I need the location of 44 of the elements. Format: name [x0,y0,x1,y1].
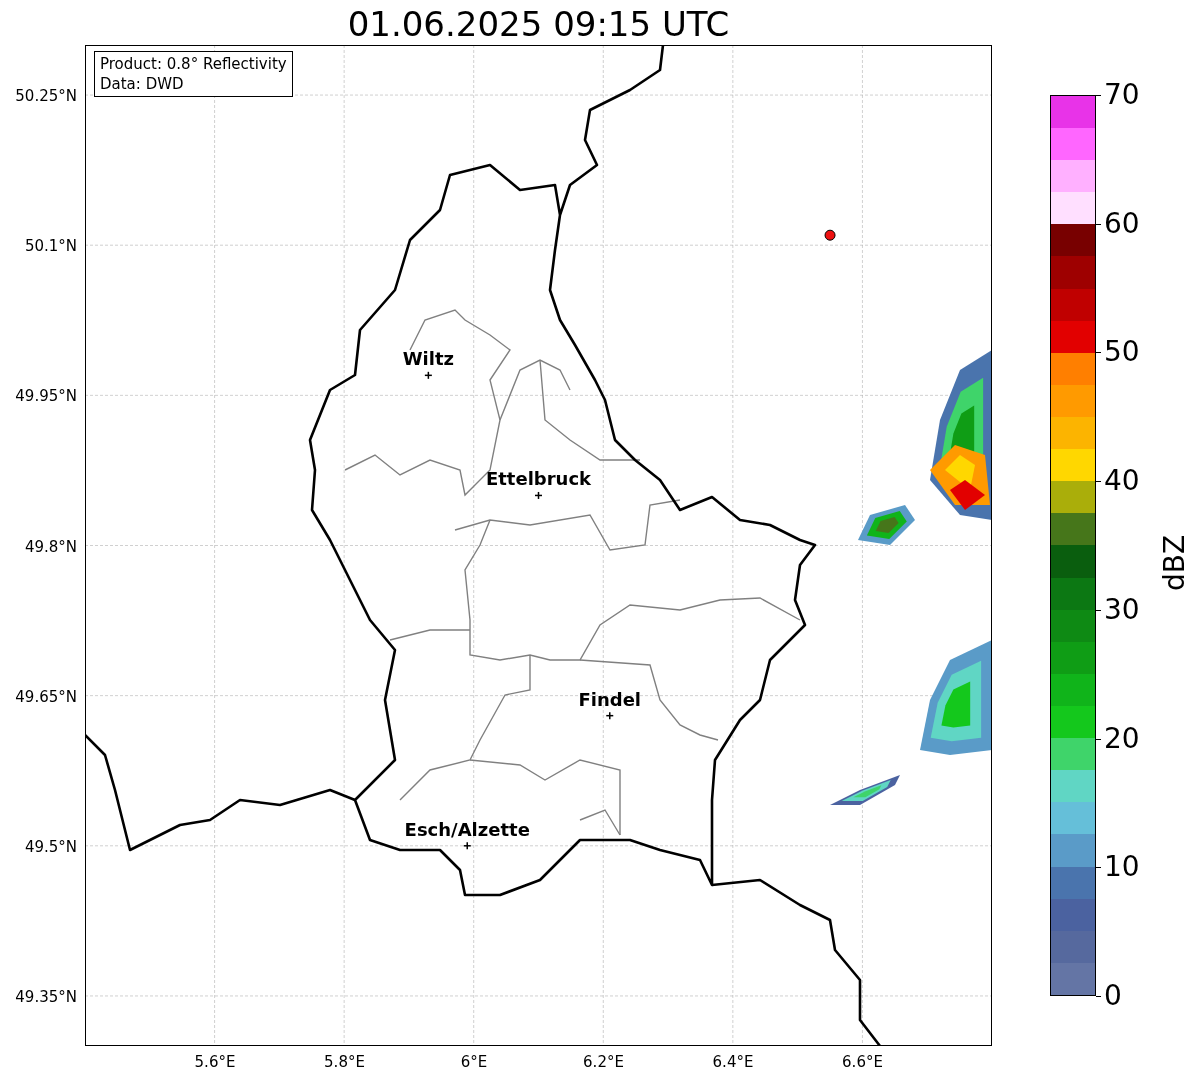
scale-tick-label: 40 [1104,466,1140,497]
axis-tick-label: 49.5°N [24,838,77,856]
radar-echo [858,505,915,545]
scale-tick-label: 50 [1104,337,1140,368]
axis-tick-label: 5.8°E [324,1053,365,1071]
scale-tick-label: 20 [1104,723,1140,754]
axis-tick-label: 6.6°E [842,1053,883,1071]
axis-tick-label: 50.1°N [24,237,77,256]
city-marker-icon [534,491,543,500]
city-marker-icon [463,841,472,851]
axis-tick-label: 6°E [460,1053,488,1071]
axis-tick-label: 5.6°E [194,1053,236,1071]
location-dot [824,229,836,241]
axis-tick-label: 49.35°N [15,988,77,1007]
tick-mark [1096,352,1101,354]
scale-tick-label: 70 [1104,80,1140,110]
axis-tick-label: 49.65°N [15,687,77,706]
axis-tick-label: 6.2°E [583,1053,624,1071]
tick-mark [1096,223,1101,225]
axis-tick-label: 6.4°E [712,1053,754,1071]
city-label: Ettelbruck [485,469,592,490]
info-text: Data: DWD [100,74,185,94]
scale-label: dBZ [1160,534,1184,592]
tick-mark [1096,867,1101,869]
tick-mark [1096,996,1101,997]
chart-title: 01.06.2025 09:15 UTC [346,4,731,44]
city-marker-icon [424,371,433,380]
tick-mark [1096,609,1101,611]
axis-tick-label: 49.95°N [15,387,77,406]
tick-mark [1096,95,1101,96]
tick-mark [1096,738,1101,740]
info-text: Product: 0.8° Reflectivity [100,54,287,74]
city-label: Findel [578,689,641,710]
tick-mark [1096,481,1101,483]
city-marker-icon [605,711,614,720]
radar-echo [830,775,900,805]
city-label: Esch/Alzette [404,819,530,840]
scale-tick-label: 60 [1104,208,1140,239]
scale-tick-label: 30 [1104,594,1140,625]
axis-tick-label: 50.25°N [15,87,77,105]
axis-tick-label: 49.8°N [24,537,77,556]
scale-tick-label: 0 [1104,981,1122,1011]
scale-tick-label: 10 [1104,852,1140,883]
city-label: Wiltz [402,349,454,370]
